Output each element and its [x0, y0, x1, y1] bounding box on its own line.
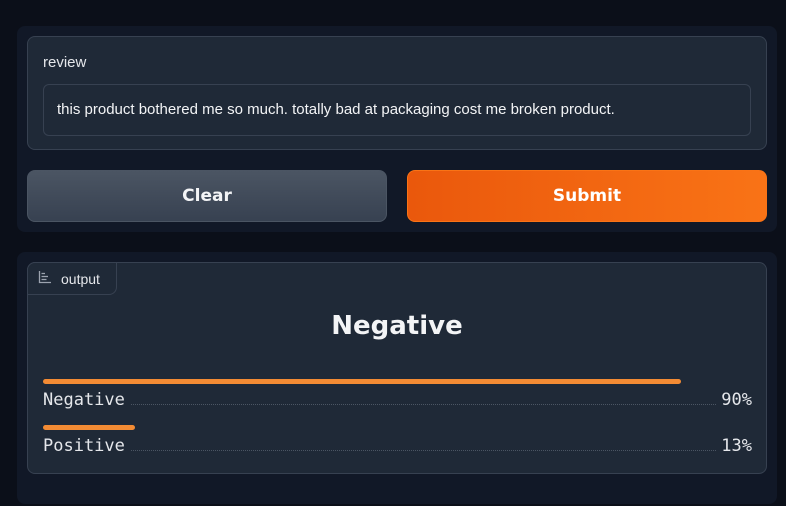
confidence-bar: [43, 379, 682, 384]
output-tag-label: output: [61, 270, 100, 287]
output-panel: output Negative Negative 90% Positive 13…: [17, 252, 777, 504]
output-tag: output: [27, 262, 117, 295]
confidence-value: 90%: [717, 390, 752, 410]
output-label-block: output Negative Negative 90% Positive 13…: [27, 262, 767, 474]
submit-button[interactable]: Submit: [407, 170, 767, 222]
confidence-dots: [43, 450, 752, 451]
confidence-dots: [43, 404, 752, 405]
review-input[interactable]: this product bothered me so much. totall…: [43, 84, 751, 136]
confidence-bar: [43, 425, 136, 430]
confidence-row: Negative 90%: [43, 379, 752, 413]
confidence-value: 13%: [717, 436, 752, 456]
input-panel: review this product bothered me so much.…: [17, 26, 777, 232]
clear-button[interactable]: Clear: [27, 170, 387, 222]
confidence-label: Negative: [43, 390, 131, 410]
chart-icon: [38, 270, 52, 287]
confidence-row: Positive 13%: [43, 425, 752, 459]
predicted-label: Negative: [331, 311, 463, 341]
review-textbox-block: review this product bothered me so much.…: [27, 36, 767, 150]
confidence-label: Positive: [43, 436, 131, 456]
review-label: review: [43, 54, 87, 71]
